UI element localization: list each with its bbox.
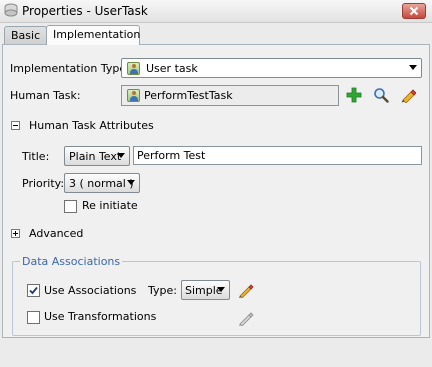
add-human-task-button[interactable] [346, 87, 362, 103]
close-button[interactable] [402, 3, 426, 19]
association-type-select[interactable]: Simple [181, 280, 230, 300]
use-transformations-label: Use Transformations [44, 310, 157, 323]
reinitiate-label: Re initiate [82, 199, 138, 212]
priority-label: Priority: [22, 177, 65, 190]
use-transformations-checkbox[interactable] [27, 311, 40, 324]
user-task-icon [127, 89, 140, 102]
priority-value: 3 ( normal ) [69, 177, 134, 190]
chevron-down-icon [409, 65, 417, 70]
collapse-attributes-toggle[interactable] [11, 121, 20, 130]
properties-icon [4, 3, 18, 18]
advanced-header: Advanced [29, 227, 84, 240]
title-bar: Properties - UserTask [0, 0, 432, 23]
human-task-value: PerformTestTask [144, 89, 233, 102]
pencil-icon [401, 89, 417, 104]
title-mode-select[interactable]: Plain Text [64, 146, 130, 166]
plus-icon [346, 87, 362, 103]
tab-basic[interactable]: Basic [4, 26, 47, 45]
pencil-icon [239, 312, 254, 327]
human-task-field[interactable]: PerformTestTask [121, 85, 339, 106]
edit-associations-button[interactable] [238, 282, 254, 299]
window-title: Properties - UserTask [22, 4, 148, 18]
reinitiate-checkbox[interactable] [64, 200, 77, 213]
browse-human-task-button[interactable] [373, 87, 389, 103]
chevron-down-icon [217, 287, 225, 292]
expand-advanced-toggle[interactable] [11, 229, 20, 238]
title-input[interactable]: Perform Test [133, 146, 422, 165]
user-task-icon [127, 62, 140, 75]
data-associations-title: Data Associations [20, 255, 123, 268]
priority-select[interactable]: 3 ( normal ) [64, 173, 140, 193]
pencil-icon [239, 284, 254, 299]
implementation-type-select[interactable]: User task [121, 58, 422, 78]
title-input-value: Perform Test [137, 149, 206, 162]
close-icon [409, 6, 419, 16]
human-task-label: Human Task: [10, 89, 81, 102]
human-task-attributes-header: Human Task Attributes [29, 119, 154, 132]
edit-human-task-button[interactable] [400, 87, 417, 104]
chevron-down-icon [117, 153, 125, 158]
implementation-type-value: User task [146, 62, 198, 75]
checkmark-icon [29, 286, 38, 295]
implementation-type-label: Implementation Type: [10, 62, 130, 75]
title-label: Title: [22, 150, 50, 163]
chevron-down-icon [127, 180, 135, 185]
use-associations-label: Use Associations [44, 284, 137, 297]
use-associations-checkbox[interactable] [27, 284, 40, 297]
edit-transformations-button[interactable] [238, 310, 254, 327]
tab-implementation[interactable]: Implementation [46, 25, 140, 45]
title-mode-value: Plain Text [69, 150, 122, 163]
type-label: Type: [148, 284, 177, 297]
search-icon [374, 88, 389, 103]
